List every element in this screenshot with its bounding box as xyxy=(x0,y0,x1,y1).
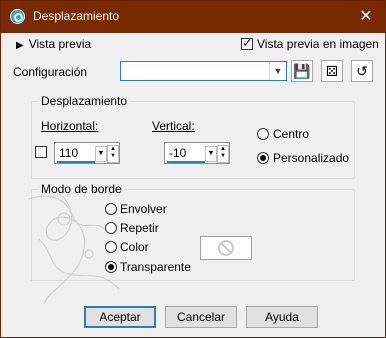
window-title: Desplazamiento xyxy=(33,9,120,23)
updown-icon[interactable]: ▲ ▼ xyxy=(107,145,119,163)
dice-icon[interactable]: ⚄ xyxy=(321,60,343,82)
vertical-input[interactable] xyxy=(167,145,205,163)
horizontal-input[interactable] xyxy=(57,145,95,163)
personalizado-label: Personalizado xyxy=(273,151,350,165)
transparente-radio[interactable] xyxy=(105,261,117,273)
border-mode-group xyxy=(31,189,355,281)
dropdown-icon[interactable]: ▼ xyxy=(95,146,107,162)
config-combo[interactable]: ▼ xyxy=(120,61,287,81)
border-mode-group-title: Modo de borde xyxy=(39,182,124,196)
preview-toggle-label: Vista previa xyxy=(28,37,92,51)
dropdown-icon[interactable]: ▼ xyxy=(205,146,217,162)
title-bar: Desplazamiento ✕ xyxy=(1,1,385,33)
vertical-spinbox[interactable]: ▼ ▲▼ xyxy=(164,142,230,164)
displacement-group-title: Desplazamiento xyxy=(39,94,130,108)
updown-icon[interactable]: ▲ ▼ xyxy=(217,145,229,163)
preview-on-image-label: Vista previa en imagen xyxy=(257,37,379,51)
help-button[interactable]: Ayuda xyxy=(246,306,318,328)
link-checkbox[interactable] xyxy=(35,146,47,158)
preview-toggle[interactable]: ▶ Vista previa xyxy=(16,37,91,51)
repetir-radio[interactable] xyxy=(105,222,117,234)
personalizado-radio[interactable] xyxy=(257,152,269,164)
no-color-icon xyxy=(218,240,234,256)
centro-radio[interactable] xyxy=(257,128,269,140)
save-icon[interactable]: 💾 xyxy=(291,60,313,82)
accept-button[interactable]: Aceptar xyxy=(84,306,156,328)
preview-on-image-checkbox[interactable] xyxy=(241,35,253,51)
reset-icon[interactable]: ↺ xyxy=(351,60,373,82)
cancel-button[interactable]: Cancelar xyxy=(165,306,237,328)
dialog-window: Desplazamiento ✕ ▶ Vista previa Vista pre… xyxy=(0,0,386,338)
expand-arrow-icon: ▶ xyxy=(16,40,24,51)
chevron-down-icon[interactable]: ▼ xyxy=(269,62,286,80)
config-label: Configuración xyxy=(13,65,88,79)
horizontal-spinbox[interactable]: ▼ ▲▼ xyxy=(54,142,120,164)
color-swatch[interactable] xyxy=(200,236,252,260)
centro-label: Centro xyxy=(273,127,310,141)
transparente-label: Transparente xyxy=(120,260,191,274)
vertical-label: Vertical: xyxy=(152,119,195,133)
color-label: Color xyxy=(120,240,149,254)
close-icon[interactable]: ✕ xyxy=(355,6,377,28)
envolver-radio[interactable] xyxy=(105,203,117,215)
repetir-label: Repetir xyxy=(120,221,159,235)
color-radio[interactable] xyxy=(105,241,117,253)
app-icon xyxy=(10,9,25,24)
horizontal-label: Horizontal: xyxy=(41,119,99,133)
envolver-label: Envolver xyxy=(120,202,167,216)
